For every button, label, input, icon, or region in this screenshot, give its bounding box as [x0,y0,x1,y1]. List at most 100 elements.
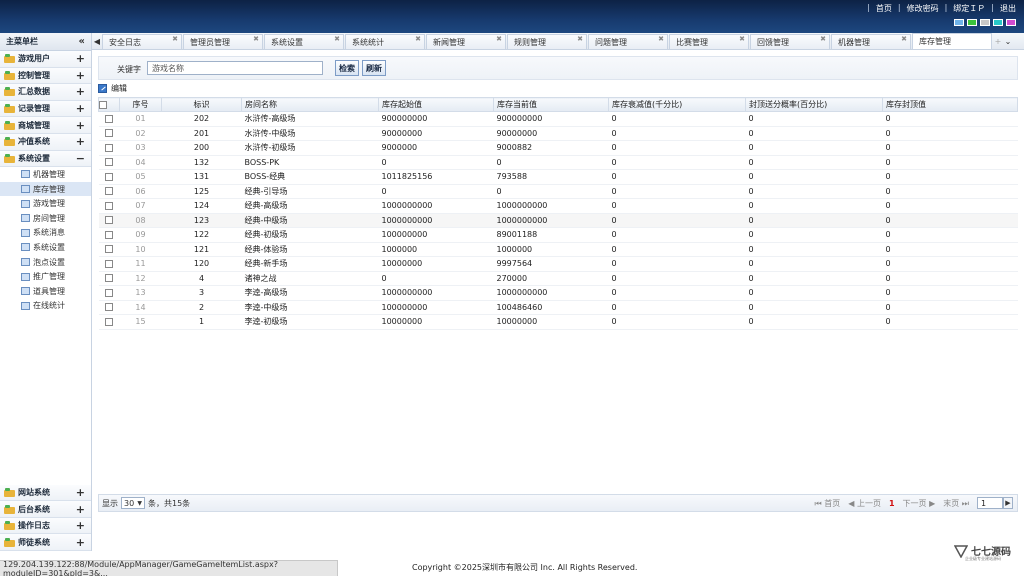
close-tab-icon[interactable]: ✖ [739,35,745,43]
theme-swatch-1[interactable] [954,19,964,26]
menu-group-bottom-2[interactable]: 操作日志 + [0,517,91,535]
tab-2[interactable]: 管理员管理 ✖ [183,34,263,49]
sidebar-subitem-10[interactable]: 在线统计 [0,299,91,314]
row-checkbox[interactable] [105,230,113,239]
home-link[interactable]: 首页 [876,3,892,14]
row-checkbox[interactable] [105,245,113,254]
expand-icon[interactable]: + [76,102,85,115]
sidebar-subitem-8[interactable]: 推广管理 [0,269,91,284]
expand-icon[interactable]: + [76,52,85,65]
row-checkbox[interactable] [105,201,113,210]
table-row[interactable]: 05 131 BOSS-经典 1011825156 793588 0 0 0 [98,169,1018,185]
menu-group-top-2[interactable]: 汇总数据 + [0,84,91,101]
sidebar-subitem-3[interactable]: 游戏管理 [0,196,91,211]
theme-swatch-4[interactable] [993,19,1003,26]
tab-4[interactable]: 系统统计 ✖ [345,34,425,49]
theme-swatch-2[interactable] [967,19,977,26]
close-tab-icon[interactable]: ✖ [415,35,421,43]
tab-9[interactable]: 回馈管理 ✖ [750,34,830,49]
col-stock-decay[interactable]: 库存衰减值(千分比) [608,97,746,112]
table-row[interactable]: 06 125 经典-引导场 0 0 0 0 0 [98,184,1018,199]
col-stock-start[interactable]: 库存起始值 [378,97,494,112]
row-checkbox[interactable] [105,129,113,138]
table-row[interactable]: 12 4 诸神之战 0 270000 0 0 0 [98,271,1018,286]
close-tab-icon[interactable]: ✖ [658,35,664,43]
expand-icon[interactable]: + [76,486,85,499]
row-checkbox[interactable] [105,172,113,181]
refresh-button[interactable]: 刷新 [362,60,386,76]
close-tab-icon[interactable]: ✖ [253,35,259,43]
sidebar-subitem-5[interactable]: 系统消息 [0,226,91,241]
close-tab-icon[interactable]: ✖ [334,35,340,43]
theme-swatch-3[interactable] [980,19,990,26]
bind-ip-link[interactable]: 绑定ＩＰ [953,3,985,14]
tab-11[interactable]: 库存管理 [912,33,992,49]
row-checkbox[interactable] [105,303,113,312]
select-all-checkbox-cell[interactable] [98,97,120,112]
tab-scroll-right-icon[interactable]: + [993,33,1003,49]
page-number-input[interactable]: 1 [977,497,1003,509]
search-button[interactable]: 检索 [335,60,359,76]
table-row[interactable]: 04 132 BOSS-PK 0 0 0 0 0 [98,155,1018,170]
edit-button[interactable]: 编辑 [111,83,127,94]
expand-icon[interactable]: + [76,503,85,516]
menu-group-top-4[interactable]: 商城管理 + [0,117,91,134]
expand-icon[interactable]: + [76,85,85,98]
change-password-link[interactable]: 修改密码 [907,3,939,14]
row-checkbox[interactable] [105,317,113,326]
menu-group-top-0[interactable]: 游戏用户 + [0,51,91,68]
row-checkbox[interactable] [105,143,113,152]
expand-icon[interactable]: + [76,536,85,549]
table-row[interactable]: 08 123 经典-中级场 1000000000 1000000000 0 0 0 [98,213,1018,228]
table-row[interactable]: 15 1 李逵-初级场 10000000 10000000 0 0 0 [98,314,1018,330]
table-row[interactable]: 11 120 经典-新手场 10000000 9997564 0 0 0 [98,256,1018,272]
menu-group-bottom-0[interactable]: 网站系统 + [0,484,91,502]
close-tab-icon[interactable]: ✖ [820,35,826,43]
first-page-link[interactable]: ⏮ 首页 [815,498,841,509]
row-checkbox[interactable] [105,259,113,268]
next-page-link[interactable]: 下一页 ▶ [903,498,936,509]
tab-6[interactable]: 规则管理 ✖ [507,34,587,49]
row-checkbox[interactable] [105,187,113,196]
page-size-select[interactable]: 30 ▼ [121,497,145,509]
row-checkbox[interactable] [105,114,113,123]
table-row[interactable]: 09 122 经典-初级场 100000000 89001188 0 0 0 [98,227,1018,243]
last-page-link[interactable]: 末页 ⏭ [943,498,969,509]
theme-swatch-5[interactable] [1006,19,1016,26]
close-tab-icon[interactable]: ✖ [577,35,583,43]
col-room-name[interactable]: 房间名称 [241,97,379,112]
select-all-checkbox[interactable] [99,100,107,109]
tab-3[interactable]: 系统设置 ✖ [264,34,344,49]
row-checkbox[interactable] [105,158,113,167]
collapse-icon[interactable]: − [76,152,85,165]
menu-group-top-1[interactable]: 控制管理 + [0,67,91,85]
collapse-sidebar-icon[interactable]: « [79,36,85,47]
sidebar-subitem-1[interactable]: 机器管理 [0,167,91,182]
table-row[interactable]: 07 124 经典-高级场 1000000000 1000000000 0 0 0 [98,198,1018,214]
logout-link[interactable]: 退出 [1000,3,1016,14]
menu-group-top-6[interactable]: 系统设置 − [0,150,91,168]
table-row[interactable]: 03 200 水浒传-初级场 9000000 9000882 0 0 0 [98,140,1018,156]
row-checkbox[interactable] [105,288,113,297]
tab-1[interactable]: 安全日志 ✖ [102,34,182,49]
col-seq[interactable]: 序号 [119,97,162,112]
sidebar-subitem-7[interactable]: 泡点设置 [0,255,91,270]
go-page-button[interactable]: ▶ [1003,497,1013,509]
sidebar-subitem-4[interactable]: 房间管理 [0,211,91,226]
expand-icon[interactable]: + [76,135,85,148]
col-id[interactable]: 标识 [161,97,242,112]
col-stock-cap[interactable]: 库存封顶值 [882,97,1018,112]
row-checkbox[interactable] [105,216,113,225]
table-row[interactable]: 01 202 水浒传-高级场 900000000 900000000 0 0 0 [98,111,1018,127]
tab-8[interactable]: 比赛管理 ✖ [669,34,749,49]
close-tab-icon[interactable]: ✖ [901,35,907,43]
row-checkbox[interactable] [105,274,113,283]
tab-7[interactable]: 问题管理 ✖ [588,34,668,49]
expand-icon[interactable]: + [76,69,85,82]
table-row[interactable]: 10 121 经典-体验场 1000000 1000000 0 0 0 [98,242,1018,257]
table-row[interactable]: 14 2 李逵-中级场 100000000 100486460 0 0 0 [98,300,1018,315]
close-tab-icon[interactable]: ✖ [496,35,502,43]
edit-icon[interactable] [98,83,107,93]
menu-group-bottom-3[interactable]: 师徒系统 + [0,534,91,551]
sidebar-subitem-6[interactable]: 系统设置 [0,240,91,255]
